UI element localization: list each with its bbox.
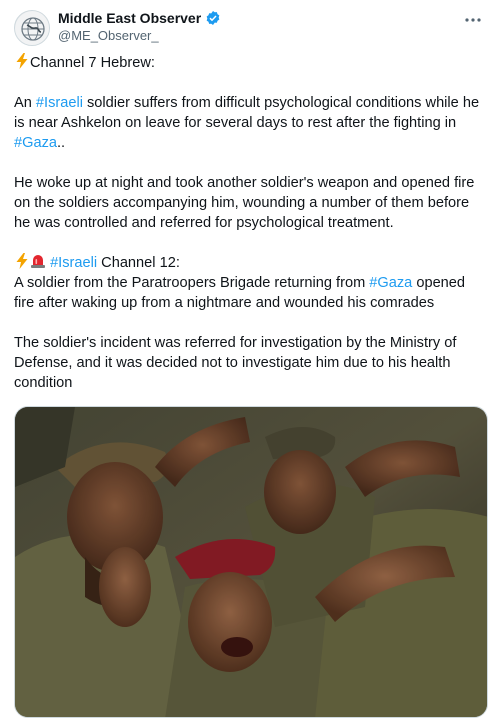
high-voltage-emoji (16, 53, 28, 69)
text-fragment: .. (57, 135, 66, 151)
police-light-emoji (31, 255, 45, 268)
tweet-paragraph-5: A soldier from the Paratroopers Brigade … (14, 273, 484, 313)
tweet-paragraph-2: An #Israeli soldier suffers from difficu… (14, 93, 484, 153)
hashtag-gaza[interactable]: #Gaza (14, 135, 57, 151)
more-options-icon (465, 18, 481, 22)
more-options-button[interactable] (463, 10, 483, 30)
source-label-channel12: Channel 12: (97, 255, 180, 271)
author-handle[interactable]: @ME_Observer_ (58, 28, 159, 44)
text-fragment: An (14, 95, 36, 111)
tweet-paragraph-6: The soldier's incident was referred for … (14, 335, 457, 391)
author-name-row[interactable]: Middle East Observer (58, 9, 221, 27)
globe-logo-icon (15, 11, 49, 45)
tweet-photo[interactable] (14, 406, 488, 718)
verified-badge-icon (206, 11, 220, 25)
tweet-text: Channel 7 Hebrew: An #Israeli soldier su… (14, 53, 484, 393)
avatar[interactable] (14, 10, 50, 46)
photo-soldiers-illustration (15, 407, 487, 717)
text-fragment: A soldier from the Paratroopers Brigade … (14, 275, 370, 291)
author-name[interactable]: Middle East Observer (58, 9, 201, 27)
tweet-paragraph-3: He woke up at night and took another sol… (14, 175, 475, 231)
tweet-line-source-2: #Israeli Channel 12: (14, 253, 484, 273)
tweet-line-source-1: Channel 7 Hebrew: (14, 53, 484, 73)
high-voltage-emoji (16, 253, 28, 269)
text-fragment: soldier suffers from difficult psycholog… (14, 95, 480, 131)
hashtag-israeli[interactable]: #Israeli (36, 95, 83, 111)
hashtag-israeli-2[interactable]: #Israeli (50, 255, 97, 271)
source-label-channel7: Channel 7 Hebrew: (30, 55, 155, 71)
hashtag-gaza-2[interactable]: #Gaza (369, 275, 412, 291)
